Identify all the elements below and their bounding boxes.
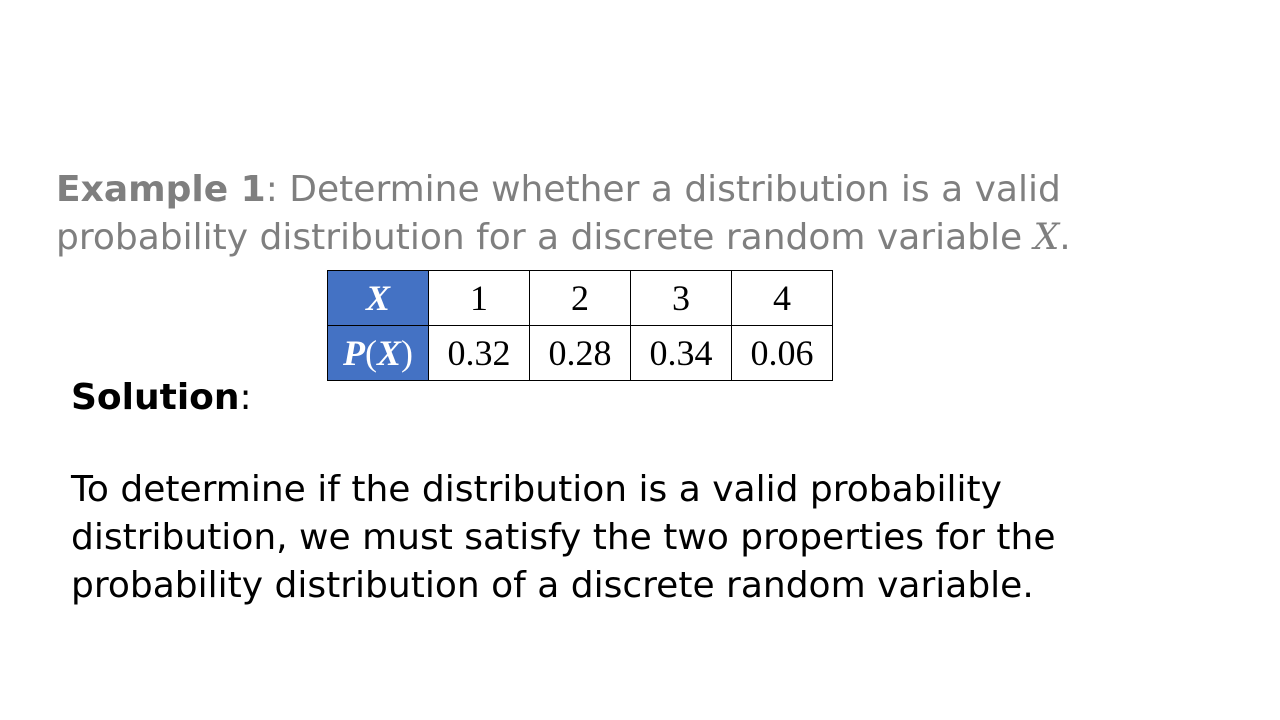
solution-colon: :	[239, 377, 252, 418]
p-value-cell: 0.06	[731, 325, 833, 381]
solution-paragraph: To determine if the distribution is a va…	[71, 469, 1056, 606]
example-statement: Example 1: Determine whether a distribut…	[56, 166, 1236, 262]
probability-distribution-table: X 1 2 3 4 P(X) 0.32 0.28 0.34 0.06	[327, 270, 833, 381]
p-header-var: X	[376, 333, 401, 373]
table-row-x: X 1 2 3 4	[327, 270, 833, 326]
p-value-cell: 0.28	[529, 325, 631, 381]
example-variable: X	[1033, 217, 1060, 258]
solution-label: Solution	[71, 377, 240, 418]
example-label: Example 1	[56, 169, 266, 210]
p-header-cell: P(X)	[327, 325, 429, 381]
x-value-cell: 2	[529, 270, 631, 326]
p-value-cell: 0.34	[630, 325, 732, 381]
solution-heading: Solution:	[71, 374, 252, 422]
x-header-cell: X	[327, 270, 429, 326]
example-period: .	[1059, 217, 1071, 258]
p-header-letter: P	[342, 333, 365, 373]
p-header-open-paren: (	[364, 333, 377, 373]
p-value-cell: 0.32	[428, 325, 530, 381]
p-header-close-paren: )	[401, 333, 413, 373]
table-row-p: P(X) 0.32 0.28 0.34 0.06	[327, 325, 833, 381]
x-value-cell: 3	[630, 270, 732, 326]
x-value-cell: 4	[731, 270, 833, 326]
x-value-cell: 1	[428, 270, 530, 326]
